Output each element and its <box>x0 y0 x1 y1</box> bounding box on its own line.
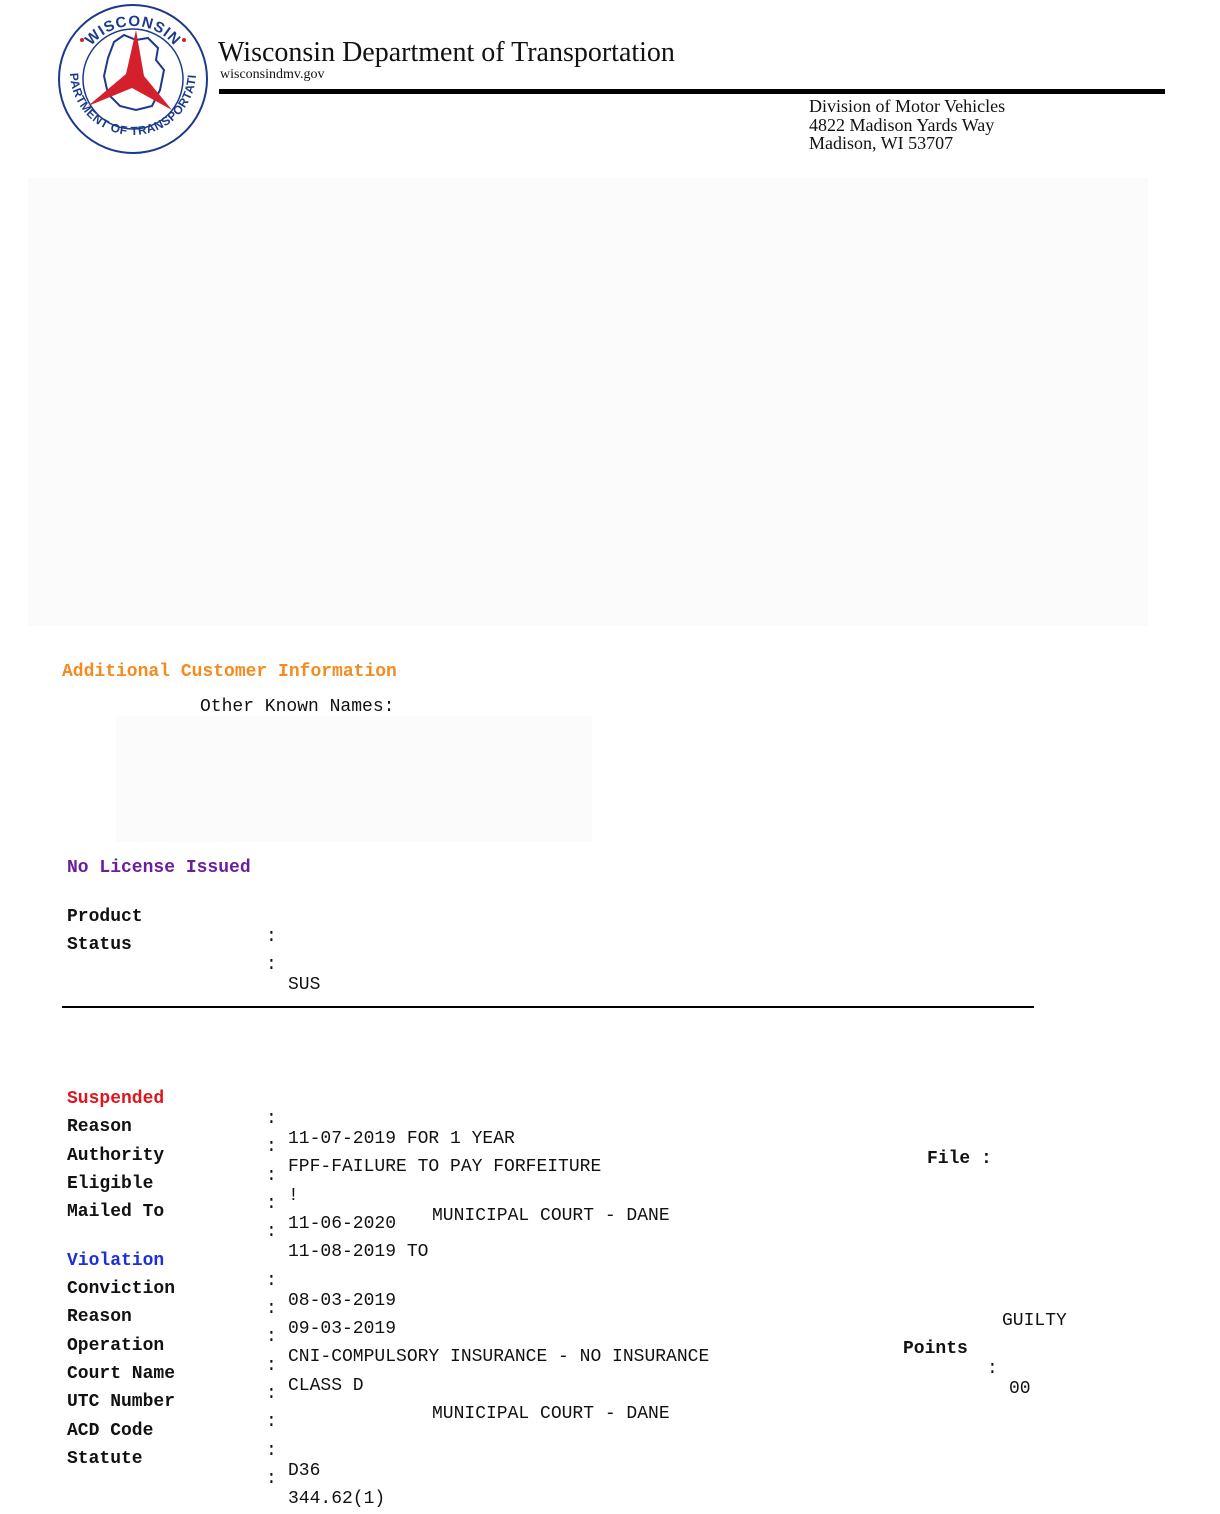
acd-code-value: D36 <box>288 1461 321 1481</box>
violation-row-utc: UTC Number : <box>0 1372 1220 1432</box>
address-street: 4822 Madison Yards Way <box>809 114 995 135</box>
address-division: Division of Motor Vehicles <box>809 96 1006 116</box>
address-city: Madison, WI 53707 <box>809 133 954 153</box>
suspension-row-reason: Reason : FPF-FAILURE TO PAY FORFEITURE <box>0 1097 1220 1177</box>
section-divider <box>62 1006 1034 1008</box>
violation-row-court: Court Name : MUNICIPAL COURT - DANE <box>0 1344 1220 1424</box>
mailed-to-label: Mailed To <box>67 1202 165 1222</box>
authority-value: MUNICIPAL COURT - DANE <box>432 1206 670 1226</box>
license-row-status: Status : SUS <box>0 915 1220 995</box>
violation-row-statute: Statute : 344.62(1) <box>0 1429 1220 1509</box>
redacted-block <box>116 716 592 842</box>
colon: : <box>266 1469 277 1489</box>
suspension-row-authority: Authority : ! MUNICIPAL COURT - DANE <box>0 1126 1220 1226</box>
section-title-additional-info: Additional Customer Information <box>62 662 397 682</box>
redacted-block <box>28 178 1148 626</box>
dmv-address: Division of Motor Vehicles 4822 Madison … <box>809 97 1005 153</box>
agency-name: Wisconsin Department of Transportation <box>218 37 675 68</box>
other-known-names-label: Other Known Names: <box>200 697 395 717</box>
violation-row-reason: Reason : CNI-COMPULSORY INSURANCE - NO I… <box>0 1287 1220 1367</box>
suspension-row-eligible: Eligible : 11-06-2020 <box>0 1154 1220 1234</box>
suspension-row-date: Suspended : 11-07-2019 FOR 1 YEAR File : <box>0 1069 1220 1169</box>
colon: : <box>266 955 277 975</box>
statute-label: Statute <box>67 1449 143 1469</box>
violation-row-operation: Operation : CLASS D <box>0 1316 1220 1396</box>
violation-row-date: Violation : 08-03-2019 GUILTY <box>0 1231 1220 1331</box>
violation-row-conviction: Conviction : 09-03-2019 Points : 00 <box>0 1259 1220 1399</box>
license-title: No License Issued <box>67 858 251 878</box>
statute-value: 344.62(1) <box>288 1489 386 1509</box>
agency-url: wisconsindmv.gov <box>220 67 325 82</box>
violation-row-acd: ACD Code : D36 <box>0 1401 1220 1481</box>
header-rule <box>219 89 1165 94</box>
license-row-product: Product : <box>0 887 1220 947</box>
status-label: Status <box>67 935 132 955</box>
suspension-row-mailed: Mailed To : 11-08-2019 TO <box>0 1182 1220 1262</box>
wisconsin-dot-seal-icon: WISCONSIN DEPARTMENT OF TRANSPORTATION <box>56 2 208 154</box>
status-value: SUS <box>288 975 321 995</box>
